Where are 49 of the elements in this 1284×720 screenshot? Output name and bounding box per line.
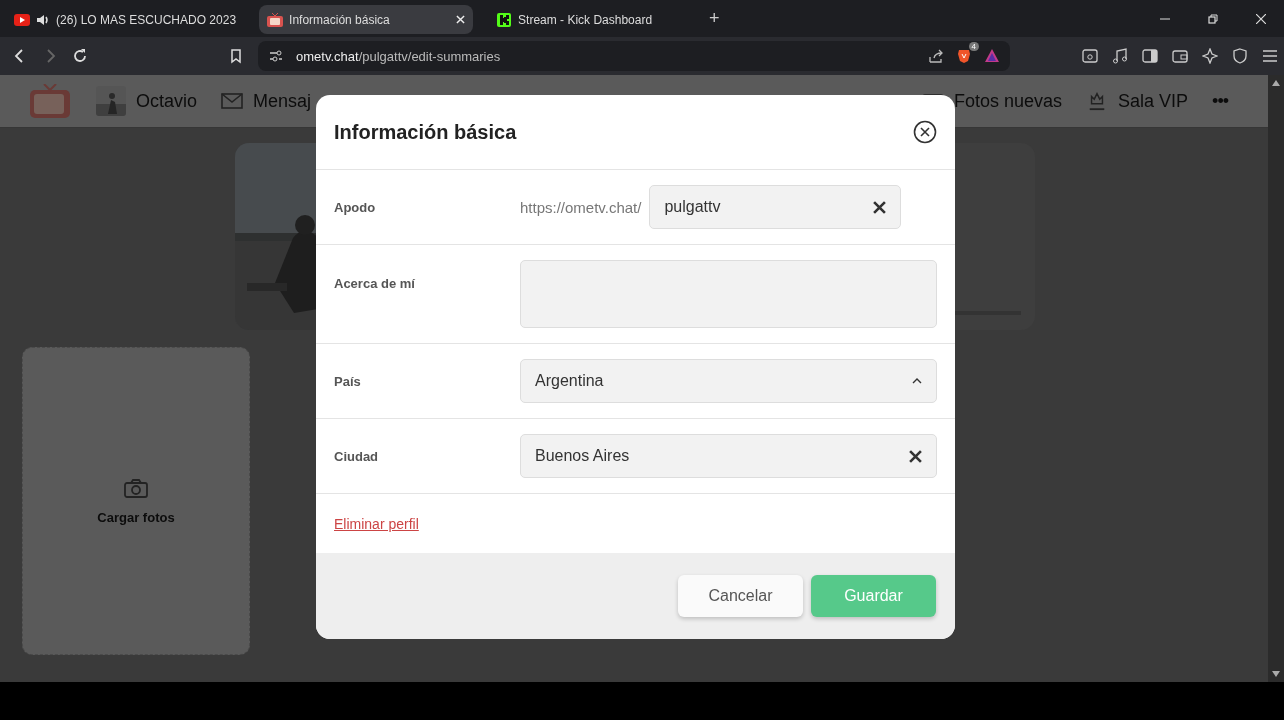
share-icon[interactable] [928, 48, 944, 64]
delete-profile-link[interactable]: Eliminar perfil [334, 515, 419, 532]
nickname-field[interactable]: pulgattv [649, 185, 902, 229]
menu-icon[interactable] [1262, 48, 1278, 64]
camera-icon [124, 477, 148, 498]
scrollbar[interactable] [1268, 75, 1284, 682]
close-icon[interactable] [913, 120, 937, 144]
tab-title: (26) LO MAS ESCUCHADO 2023 [56, 12, 237, 27]
shield-icon[interactable] [1232, 48, 1248, 64]
search-icon[interactable] [1082, 48, 1098, 64]
url-text: ometv.chat/pulgattv/edit-summaries [296, 48, 501, 64]
letter-k-icon [496, 12, 513, 27]
browser-tab[interactable]: (26) LO MAS ESCUCHADO 2023 [6, 5, 245, 34]
scroll-down-icon[interactable] [1271, 670, 1281, 678]
about-field[interactable] [520, 260, 937, 328]
dialog-title: Información básica [334, 120, 517, 144]
field-label: Acerca de mí [334, 276, 416, 291]
new-tab-button[interactable]: + [709, 8, 720, 29]
restore-icon[interactable] [1208, 13, 1218, 24]
clear-icon[interactable] [909, 449, 922, 463]
sliders-icon[interactable] [268, 48, 284, 64]
triangle-icon[interactable] [984, 48, 1000, 64]
field-label: País [334, 373, 362, 389]
tab-title: Stream - Kick Dashboard [518, 12, 654, 27]
lion-shield-icon[interactable] [956, 48, 972, 64]
video-play-icon [14, 12, 30, 27]
address-bar[interactable]: ometv.chat/pulgattv/edit-summaries 4 [258, 41, 1010, 71]
clear-icon[interactable] [873, 200, 887, 214]
city-field[interactable]: Buenos Aires [520, 434, 937, 478]
sparkle-icon[interactable] [1202, 48, 1218, 64]
url-prefix: https://ometv.chat/ [520, 198, 642, 216]
scroll-up-icon[interactable] [1271, 79, 1281, 87]
field-label: Apodo [334, 199, 377, 215]
field-label: Ciudad [334, 448, 380, 464]
tab-title: Información básica [289, 12, 391, 27]
music-note-icon[interactable] [1112, 48, 1128, 64]
browser-tab[interactable]: Stream - Kick Dashboard [488, 5, 703, 34]
browser-tab[interactable]: Información básica [259, 5, 474, 34]
tv-icon [267, 12, 284, 27]
speaker-icon[interactable] [36, 13, 50, 26]
reload-icon[interactable] [72, 48, 88, 64]
country-dropdown[interactable]: Argentina [520, 359, 937, 403]
wallet-icon[interactable] [1172, 48, 1188, 64]
cancel-button[interactable]: Cancelar [678, 575, 803, 617]
bookmark-icon[interactable] [228, 48, 244, 64]
upload-label: Cargar fotos [97, 509, 175, 525]
chevron-up-icon [912, 378, 922, 384]
count-badge: 4 [968, 42, 979, 51]
sidebar-icon[interactable] [1142, 48, 1158, 64]
